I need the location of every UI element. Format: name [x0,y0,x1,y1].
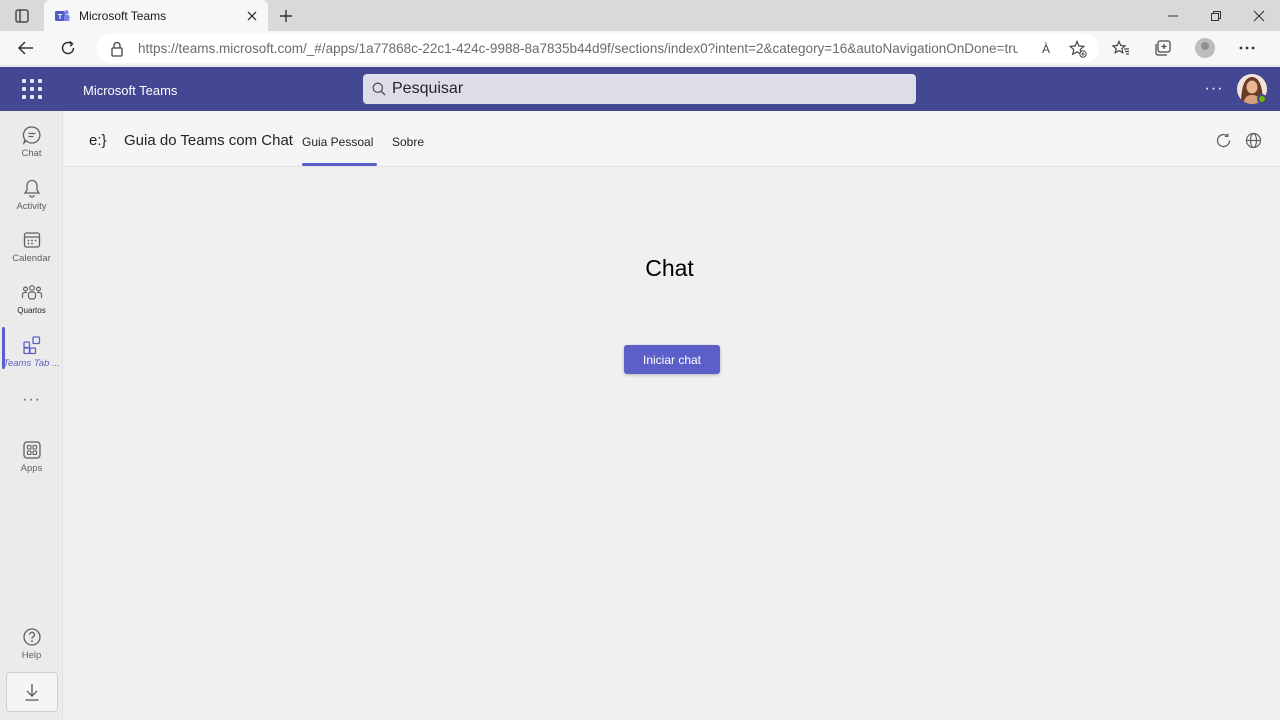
more-options-icon[interactable]: ··· [1200,77,1228,101]
rail-label-calendar: Calendar [12,253,51,264]
rail-label-help: Help [21,650,42,661]
people-icon [21,285,42,300]
browser-tab-bar: T Microsoft Teams [0,0,1280,31]
globe-icon[interactable] [1243,130,1263,150]
window-controls [1151,0,1280,31]
close-tab-icon[interactable] [242,6,262,26]
refresh-icon[interactable] [56,37,80,59]
browser-tab[interactable]: T Microsoft Teams [44,0,268,31]
teams-logo-icon: T [55,9,70,21]
help-icon [22,628,41,646]
svg-text:T: T [58,12,63,21]
rail-item-chat[interactable]: Chat [0,116,63,166]
rail-item-calendar[interactable]: Calendar [0,221,63,271]
rail-label-quartos: Quartos [17,306,46,315]
app-title: Guia do Teams com Chat [124,132,293,149]
rail-item-help[interactable]: Help [0,618,63,668]
app-name: Microsoft Teams [83,83,178,98]
active-tab-underline [302,163,377,166]
presence-available-icon [1257,94,1267,104]
calendar-icon [23,232,40,248]
browser-toolbar: https://teams.microsoft.com/_#/apps/1a77… [0,31,1280,66]
restore-icon[interactable] [1194,0,1237,31]
rail-item-teams-tab[interactable]: Teams Tab ... [0,326,63,376]
chat-icon [22,126,41,145]
apps-add-icon [22,336,40,355]
download-icon[interactable] [6,672,58,712]
add-favorite-icon[interactable] [1067,39,1089,59]
read-aloud-icon[interactable]: À [1035,39,1057,59]
bell-icon [23,179,40,198]
lock-icon [111,41,123,57]
collections-icon[interactable] [1142,37,1184,59]
app-launcher-icon[interactable] [20,78,44,100]
app-rail: Chat Activity Calendar Quartos Teams Tab… [0,111,63,720]
back-arrow-icon[interactable] [14,37,38,59]
search-input[interactable]: Pesquisar [363,74,916,104]
search-placeholder: Pesquisar [392,80,464,97]
content-heading: Chat [645,255,694,281]
profile-icon[interactable] [1184,37,1226,59]
address-bar[interactable]: https://teams.microsoft.com/_#/apps/1a77… [96,34,1099,63]
rail-label-chat: Chat [21,148,42,159]
minimize-icon[interactable] [1151,0,1194,31]
more-apps-icon[interactable]: ··· [0,389,63,411]
browser-tab-title: Microsoft Teams [79,8,167,23]
search-icon [372,82,386,96]
settings-more-icon[interactable] [1226,37,1268,59]
tab-sobre[interactable]: Sobre [392,135,424,149]
close-window-icon[interactable] [1237,0,1280,31]
rail-label-teams-tab: Teams Tab ... [3,358,60,369]
rail-item-apps[interactable]: Apps [0,431,63,481]
new-tab-icon[interactable] [276,6,296,26]
tab-actions-icon[interactable] [12,6,32,26]
apps-grid-icon [22,441,41,459]
teams-header: Microsoft Teams Pesquisar ··· [0,67,1280,111]
start-chat-button[interactable]: Iniciar chat [624,345,720,374]
url-text: https://teams.microsoft.com/_#/apps/1a77… [138,41,1018,56]
favorites-icon[interactable] [1100,37,1142,59]
reload-tab-icon[interactable] [1213,130,1233,150]
rail-item-activity[interactable]: Activity [0,169,63,219]
rail-label-activity: Activity [16,201,47,212]
rail-label-apps: Apps [20,463,43,474]
app-tab-header: e:} Guia do Teams com Chat Guia Pessoal … [64,111,1280,167]
tab-content: Chat Iniciar chat [64,168,1280,720]
tab-guia-pessoal[interactable]: Guia Pessoal [302,135,373,149]
rail-item-quartos[interactable]: Quartos [0,274,63,324]
app-logo-text: e:} [89,132,107,149]
